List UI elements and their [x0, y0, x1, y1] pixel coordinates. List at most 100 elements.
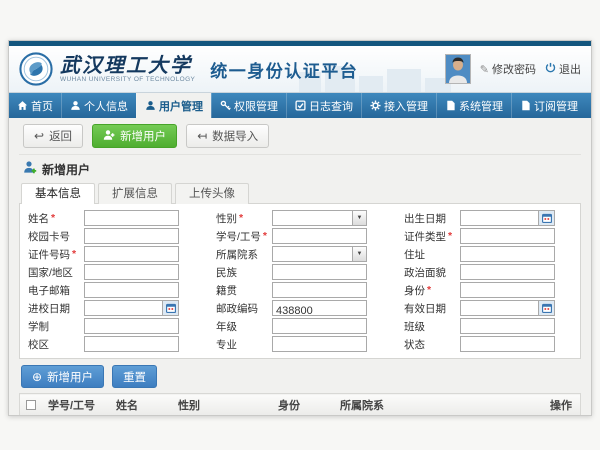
id-number-input[interactable] [85, 250, 178, 264]
reset-label: 重置 [123, 369, 146, 385]
col-department: 所属院系 [334, 394, 544, 417]
id-type-input[interactable] [461, 232, 554, 246]
new-user-icon [23, 160, 37, 179]
email-input[interactable] [85, 286, 178, 300]
tab-bar: 基本信息 扩展信息 上传头像 [19, 183, 581, 204]
form-field: 年级 [216, 318, 367, 334]
nav-item-personal-info[interactable]: 个人信息 [61, 93, 136, 118]
field-label: 所属院系 [216, 247, 258, 262]
logout-link[interactable]: 退出 [545, 61, 581, 77]
postal-code-input[interactable] [273, 304, 366, 318]
pencil-icon: ✎ [480, 63, 489, 76]
col-identity: 身份 [272, 394, 334, 417]
field-label: 证件类型 [404, 229, 446, 244]
form-field: 所属院系 ▼ [216, 246, 367, 262]
field-label: 证件号码 [28, 247, 70, 262]
form-field: 性别* ▼ [216, 210, 367, 226]
key-icon [220, 100, 231, 111]
nav-label: 日志查询 [309, 98, 353, 114]
field-label: 进校日期 [28, 301, 70, 316]
field-label: 国家/地区 [28, 265, 73, 280]
section-header: 新增用户 [19, 155, 581, 183]
platform-title: 统一身份认证平台 [210, 57, 358, 82]
back-button[interactable]: ↩ 返回 [23, 124, 83, 148]
political-status-input[interactable] [461, 268, 554, 282]
nav-item-system-management[interactable]: 系统管理 [436, 93, 511, 118]
field-label: 住址 [404, 247, 425, 262]
student-id-input[interactable] [273, 232, 366, 246]
gear-icon [370, 100, 381, 111]
plus-circle-icon: ⊕ [32, 371, 42, 383]
change-password-label: 修改密码 [492, 61, 536, 77]
add-user-label: 新增用户 [120, 128, 166, 144]
campus-input[interactable] [85, 340, 178, 354]
checkbox-header-cell [20, 394, 43, 417]
nav-item-home[interactable]: 首页 [9, 93, 61, 118]
basic-info-form: 姓名* 性别* ▼ 出生日期 校园卡号 学号/工号* 证件类型* [19, 203, 581, 359]
form-field: 籍贯 [216, 282, 367, 298]
reset-button[interactable]: 重置 [112, 365, 157, 388]
field-label: 电子邮箱 [28, 283, 70, 298]
required-marker: * [72, 248, 76, 260]
avatar[interactable] [445, 54, 471, 84]
calendar-icon[interactable] [162, 301, 178, 315]
campus-card-input[interactable] [85, 232, 178, 246]
status-input[interactable] [461, 340, 554, 354]
table-header-row: 学号/工号 姓名 性别 身份 所属院系 操作 [20, 394, 581, 417]
home-icon [17, 100, 28, 111]
nav-item-subscription-management[interactable]: 订阅管理 [511, 93, 586, 118]
field-label: 校区 [28, 337, 49, 352]
app-header: 武汉理工大学 WUHAN UNIVERSITY OF TECHNOLOGY 统一… [9, 46, 591, 93]
field-label: 性别 [216, 211, 237, 226]
country-region-input[interactable] [85, 268, 178, 282]
building-silhouette [359, 76, 383, 92]
ethnicity-input[interactable] [273, 268, 366, 282]
calendar-icon[interactable] [538, 301, 554, 315]
nav-label: 用户管理 [159, 98, 203, 114]
form-field: 姓名* [28, 210, 179, 226]
add-user-icon [103, 129, 115, 143]
users-icon [145, 100, 156, 111]
submit-add-user-button[interactable]: ⊕ 新增用户 [21, 365, 104, 388]
user-icon [70, 100, 81, 111]
grade-input[interactable] [273, 322, 366, 336]
field-label: 校园卡号 [28, 229, 70, 244]
import-arrow-icon: ↤ [197, 130, 207, 142]
major-input[interactable] [273, 340, 366, 354]
tab-extended-info[interactable]: 扩展信息 [98, 183, 172, 204]
class-input[interactable] [461, 322, 554, 336]
logout-label: 退出 [559, 61, 581, 77]
nav-item-log-query[interactable]: 日志查询 [286, 93, 361, 118]
calendar-icon[interactable] [538, 211, 554, 225]
select-all-checkbox[interactable] [26, 400, 36, 410]
add-user-toolbar-button[interactable]: 新增用户 [92, 124, 177, 148]
nav-item-access-management[interactable]: 接入管理 [361, 93, 436, 118]
data-import-label: 数据导入 [212, 128, 258, 144]
field-label: 政治面貌 [404, 265, 446, 280]
name-input[interactable] [85, 214, 178, 228]
data-import-button[interactable]: ↤ 数据导入 [186, 124, 269, 148]
back-arrow-icon: ↩ [34, 130, 44, 142]
tab-basic-info[interactable]: 基本信息 [21, 183, 95, 204]
required-marker: * [263, 230, 267, 242]
building-silhouette [387, 69, 421, 92]
form-field: 校区 [28, 336, 179, 352]
col-student-id: 学号/工号 [42, 394, 110, 417]
identity-input[interactable] [461, 286, 554, 300]
change-password-link[interactable]: ✎ 修改密码 [480, 61, 536, 77]
nav-item-permission-management[interactable]: 权限管理 [211, 93, 286, 118]
field-label: 邮政编码 [216, 301, 258, 316]
native-place-input[interactable] [273, 286, 366, 300]
chevron-down-icon[interactable]: ▼ [352, 211, 366, 225]
log-check-icon [295, 100, 306, 111]
tab-upload-avatar[interactable]: 上传头像 [175, 183, 249, 204]
field-label: 学制 [28, 319, 49, 334]
education-system-input[interactable] [85, 322, 178, 336]
chevron-down-icon[interactable]: ▼ [352, 247, 366, 261]
field-label: 年级 [216, 319, 237, 334]
nav-item-user-management[interactable]: 用户管理 [136, 93, 211, 118]
page-icon [445, 100, 456, 111]
address-input[interactable] [461, 250, 554, 264]
university-name: 武汉理工大学 [60, 55, 195, 76]
form-field: 民族 [216, 264, 367, 280]
